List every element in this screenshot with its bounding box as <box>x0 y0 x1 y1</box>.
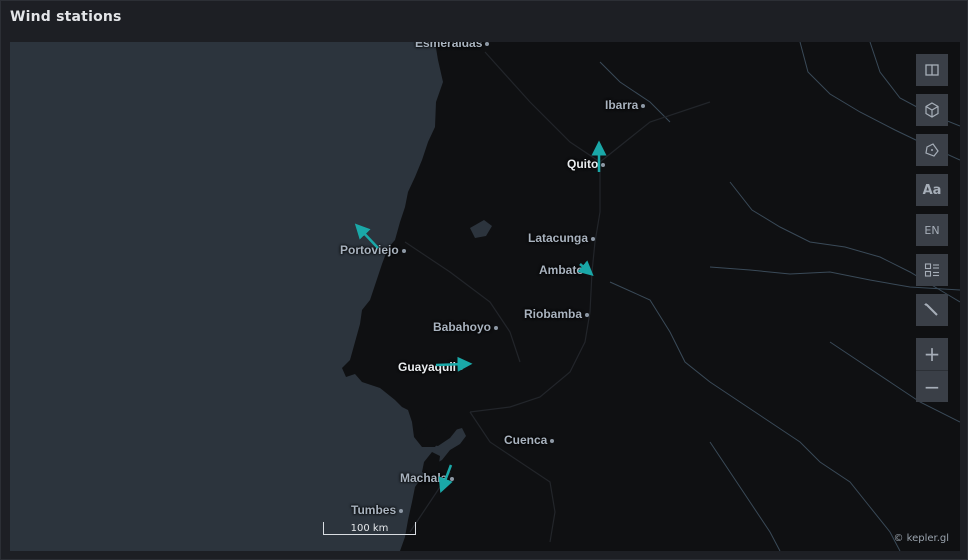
split-map-button[interactable] <box>916 54 948 86</box>
scale-bar-label: 100 km <box>350 523 389 534</box>
zoom-out-button[interactable]: − <box>916 370 948 402</box>
map-canvas[interactable]: Esmeraldas Ibarra Quito Latacunga Portov… <box>10 42 960 551</box>
map-controls: Aa EN + − <box>916 54 948 402</box>
map-labels-button[interactable]: Aa <box>916 174 948 206</box>
locale-button[interactable]: EN <box>916 214 948 246</box>
wind-arrow-guayaquil <box>435 356 473 372</box>
wind-arrow-ambato <box>577 260 594 276</box>
panel-title: Wind stations <box>10 9 122 25</box>
map-panel: Wind stations Esmeraldas Ibarra Quito La… <box>0 0 968 560</box>
3d-view-button[interactable] <box>916 94 948 126</box>
draw-polygon-button[interactable] <box>916 134 948 166</box>
wind-arrow-portoviejo <box>354 223 379 249</box>
polygon-draw-icon <box>925 143 939 157</box>
zoom-in-button[interactable]: + <box>916 338 948 370</box>
legend-button[interactable] <box>916 254 948 286</box>
zoom-controls: + − <box>916 338 948 402</box>
wand-icon <box>924 303 938 316</box>
map-editor-button[interactable] <box>916 294 948 326</box>
cube-icon <box>925 102 939 118</box>
split-map-icon <box>925 64 939 76</box>
wind-arrow-layer <box>354 140 607 494</box>
map-attribution[interactable]: © kepler.gl <box>893 533 949 544</box>
legend-icon <box>924 263 939 277</box>
wind-arrow-machala <box>438 464 453 494</box>
